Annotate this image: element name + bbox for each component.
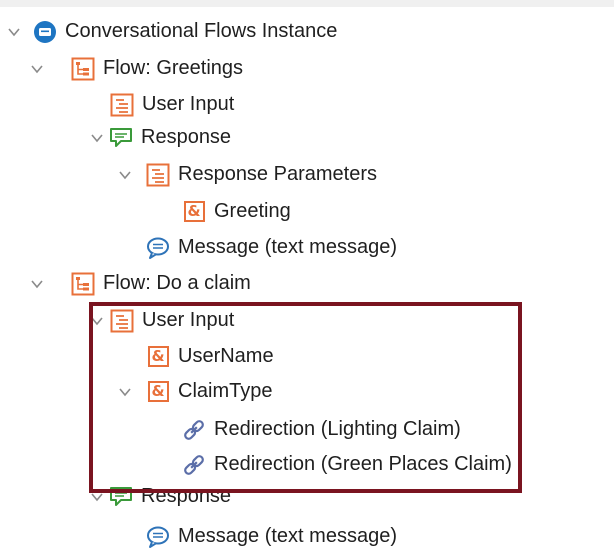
tree-node-label: Response xyxy=(141,485,232,507)
redirection-link-icon xyxy=(182,418,206,442)
message-icon xyxy=(146,236,170,260)
tree-node-label: Message (text message) xyxy=(178,525,397,547)
chevron-down-icon[interactable] xyxy=(89,130,105,146)
chevron-down-icon[interactable] xyxy=(89,489,105,505)
tree-node-user-input[interactable]: User Input xyxy=(110,86,234,123)
chevron-down-icon[interactable] xyxy=(29,276,45,292)
chevron-down-icon[interactable] xyxy=(89,313,105,329)
tree-node-label: Response xyxy=(141,126,232,148)
tree-node-response-parameters[interactable]: Response Parameters xyxy=(146,156,377,193)
response-parameters-icon xyxy=(146,163,170,187)
tree-node-label: Flow: Do a claim xyxy=(103,272,251,294)
parameter-icon: & xyxy=(182,200,206,224)
tree-node-user-input[interactable]: User Input xyxy=(110,302,234,339)
response-icon xyxy=(109,485,133,509)
tree-node-claimtype[interactable]: & ClaimType xyxy=(146,373,272,410)
tree-node-label: User Input xyxy=(142,309,235,331)
tree-node-flow-greetings[interactable]: Flow: Greetings xyxy=(71,50,243,87)
tree-node-label: Redirection (Lighting Claim) xyxy=(214,418,461,440)
tree-node-root[interactable]: Conversational Flows Instance xyxy=(33,13,337,50)
tree-node-label: Conversational Flows Instance xyxy=(65,20,338,42)
tree-node-label: Flow: Greetings xyxy=(103,57,244,79)
chevron-down-icon[interactable] xyxy=(117,384,133,400)
chevron-down-icon[interactable] xyxy=(6,24,22,40)
parameter-icon: & xyxy=(146,380,170,404)
tree-node-label: User Input xyxy=(142,93,235,115)
tree-node-label: UserName xyxy=(178,345,274,367)
tree-node-label: ClaimType xyxy=(178,380,273,402)
tree-view: Conversational Flows Instance Flow: Gree… xyxy=(0,0,614,548)
conversational-flows-instance-icon xyxy=(33,20,57,44)
tree-node-greeting[interactable]: & Greeting xyxy=(182,193,291,230)
tree-node-redirection-lighting[interactable]: Redirection (Lighting Claim) xyxy=(182,411,461,448)
tree-node-label: Message (text message) xyxy=(178,236,397,258)
parameter-icon: & xyxy=(146,345,170,369)
chevron-down-icon[interactable] xyxy=(29,61,45,77)
user-input-icon xyxy=(110,93,134,117)
tree-node-response[interactable]: Response xyxy=(109,119,231,156)
flow-icon xyxy=(71,57,95,81)
message-icon xyxy=(146,525,170,549)
chevron-down-icon[interactable] xyxy=(117,167,133,183)
tree-node-flow-do-a-claim[interactable]: Flow: Do a claim xyxy=(71,265,251,302)
tree-node-message[interactable]: Message (text message) xyxy=(146,229,397,266)
tree-node-username[interactable]: & UserName xyxy=(146,338,274,375)
tree-node-message[interactable]: Message (text message) xyxy=(146,518,397,555)
tree-node-label: Response Parameters xyxy=(178,163,377,185)
tree-node-label: Greeting xyxy=(214,200,291,222)
tree-node-response[interactable]: Response xyxy=(109,478,231,515)
response-icon xyxy=(109,126,133,150)
user-input-icon xyxy=(110,309,134,333)
tree-node-label: Redirection (Green Places Claim) xyxy=(214,453,512,475)
tree-node-redirection-green-places[interactable]: Redirection (Green Places Claim) xyxy=(182,446,512,483)
redirection-link-icon xyxy=(182,453,206,477)
flow-icon xyxy=(71,272,95,296)
